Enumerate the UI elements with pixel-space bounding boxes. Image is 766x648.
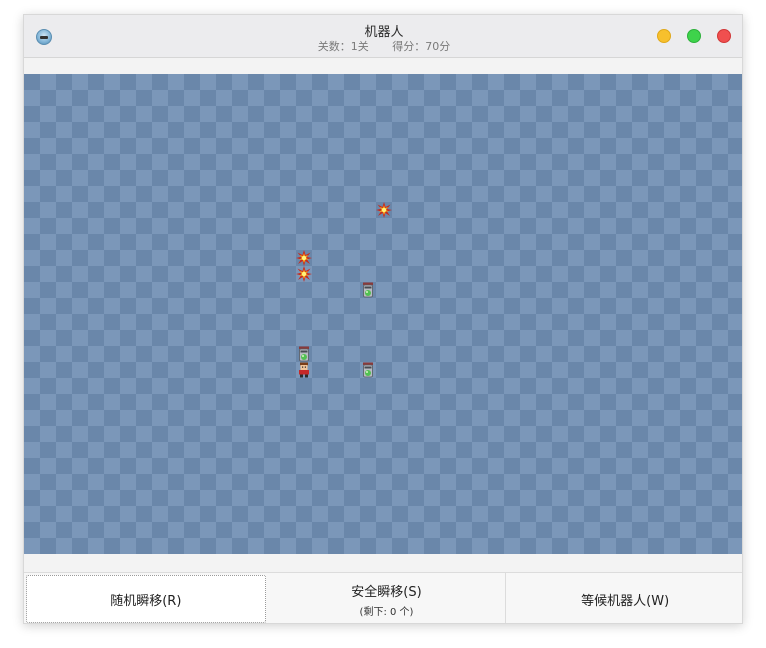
close-button[interactable] [717, 29, 731, 43]
robot-icon [360, 282, 376, 298]
wait-for-robots-label: 等候机器人(W) [581, 593, 670, 609]
game-window: 机器人 关数：1关 得分：70分 随机瞬移(R) 安全瞬移(S) (剩下: 0 … [23, 14, 743, 624]
explosion-icon [296, 250, 312, 266]
window-subtitle: 关数：1关 得分：70分 [24, 38, 742, 54]
wait-for-robots-button[interactable]: 等候机器人(W) [506, 573, 742, 623]
maximize-button[interactable] [687, 29, 701, 43]
safe-teleport-remaining: (剩下: 0 个) [359, 606, 414, 618]
random-teleport-label: 随机瞬移(R) [110, 593, 182, 609]
safe-teleport-label: 安全瞬移(S) [351, 584, 422, 600]
robot-icon [360, 362, 376, 378]
board-area [24, 58, 742, 572]
player-icon [296, 362, 312, 378]
game-board[interactable] [24, 74, 742, 554]
random-teleport-button[interactable]: 随机瞬移(R) [26, 575, 266, 623]
safe-teleport-button[interactable]: 安全瞬移(S) (剩下: 0 个) [268, 573, 507, 623]
level-label: 关数：1关 [317, 40, 369, 53]
score-label: 得分：70分 [392, 40, 451, 53]
explosion-icon [296, 266, 312, 282]
robot-icon [296, 346, 312, 362]
explosion-icon [376, 202, 392, 218]
action-bar: 随机瞬移(R) 安全瞬移(S) (剩下: 0 个) 等候机器人(W) [24, 572, 742, 623]
title-bar: 机器人 关数：1关 得分：70分 [24, 15, 742, 58]
minimize-button[interactable] [657, 29, 671, 43]
